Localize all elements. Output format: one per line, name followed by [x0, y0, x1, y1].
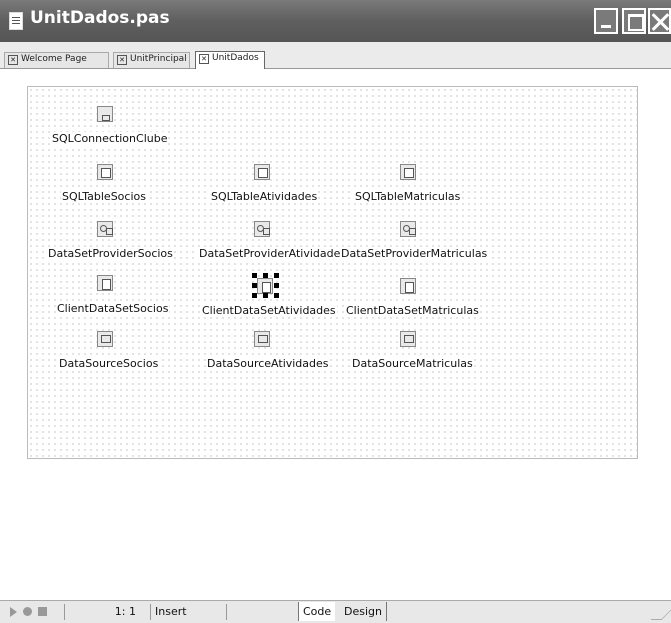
- client-dataset-icon[interactable]: [97, 275, 113, 291]
- component-label: ClientDataSetSocios: [56, 302, 169, 315]
- tab-label: UnitDados: [212, 53, 259, 63]
- maximize-button[interactable]: [622, 8, 646, 34]
- dataset-provider-icon[interactable]: [97, 221, 113, 237]
- component-label: DataSetProviderMatriculas: [340, 247, 488, 260]
- tab-design[interactable]: Design: [340, 602, 387, 621]
- client-dataset-icon[interactable]: [257, 278, 273, 294]
- datasource-icon[interactable]: [97, 331, 113, 347]
- close-tab-icon[interactable]: ✕: [199, 54, 209, 64]
- component-label: DataSetProviderSocios: [47, 247, 174, 260]
- title-bar[interactable]: UnitDados.pas: [0, 0, 671, 42]
- selection-handle[interactable]: [252, 283, 257, 288]
- selection-handle[interactable]: [252, 273, 257, 278]
- component-label: DataSourceMatriculas: [351, 357, 474, 370]
- form-designer-area: SQLConnectionClube SQLTableSocios SQLTab…: [0, 69, 671, 600]
- status-bar: 1: 1 Insert Code Design: [0, 600, 671, 623]
- selection-handle[interactable]: [252, 293, 257, 298]
- document-icon: [9, 12, 23, 30]
- component-label: DataSourceAtividades: [206, 357, 330, 370]
- tab-code[interactable]: Code: [298, 602, 335, 621]
- tab-label: UnitPrincipal: [130, 54, 187, 64]
- datasource-icon[interactable]: [400, 331, 416, 347]
- sql-connection-icon[interactable]: [97, 106, 113, 122]
- dataset-provider-icon[interactable]: [254, 221, 270, 237]
- ide-window: UnitDados.pas ✕Welcome Page ✕UnitPrincip…: [0, 0, 671, 622]
- close-tab-icon[interactable]: ✕: [8, 55, 18, 65]
- stop-icon[interactable]: [38, 607, 47, 616]
- sql-table-icon[interactable]: [254, 164, 270, 180]
- sql-table-icon[interactable]: [400, 164, 416, 180]
- editor-tabs: ✕Welcome Page ✕UnitPrincipal ✕UnitDados: [0, 42, 671, 69]
- component-label: DataSourceSocios: [58, 357, 159, 370]
- minimize-button[interactable]: [594, 8, 618, 34]
- component-label: SQLTableAtividades: [210, 190, 318, 203]
- selection-handle[interactable]: [263, 293, 268, 298]
- resize-grip[interactable]: [651, 609, 671, 620]
- record-icon[interactable]: [23, 607, 32, 616]
- component-label: DataSetProviderAtividades: [198, 247, 347, 260]
- selection-handle[interactable]: [274, 283, 279, 288]
- selection-handle[interactable]: [274, 273, 279, 278]
- window-title: UnitDados.pas: [30, 8, 170, 28]
- component-label: SQLConnectionClube: [51, 132, 168, 145]
- play-icon[interactable]: [10, 607, 17, 617]
- tab-label: Welcome Page: [21, 54, 87, 64]
- tab-unitprincipal[interactable]: ✕UnitPrincipal: [113, 52, 190, 68]
- component-label: ClientDataSetMatriculas: [345, 304, 480, 317]
- component-label: SQLTableMatriculas: [354, 190, 461, 203]
- selection-handle[interactable]: [263, 273, 268, 278]
- close-tab-icon[interactable]: ✕: [117, 55, 127, 65]
- tab-unitdados[interactable]: ✕UnitDados: [195, 51, 265, 69]
- data-module-form[interactable]: SQLConnectionClube SQLTableSocios SQLTab…: [27, 86, 638, 459]
- component-label: SQLTableSocios: [61, 190, 147, 203]
- sql-table-icon[interactable]: [97, 164, 113, 180]
- close-button[interactable]: [648, 8, 671, 34]
- cursor-position: 1: 1: [64, 604, 148, 620]
- datasource-icon[interactable]: [254, 331, 270, 347]
- status-field: [226, 604, 296, 620]
- component-label: ClientDataSetAtividades: [201, 304, 337, 317]
- insert-mode: Insert: [150, 604, 226, 620]
- selection-handle[interactable]: [274, 293, 279, 298]
- dataset-provider-icon[interactable]: [400, 221, 416, 237]
- tab-welcome-page[interactable]: ✕Welcome Page: [4, 52, 109, 68]
- client-dataset-icon[interactable]: [400, 278, 416, 294]
